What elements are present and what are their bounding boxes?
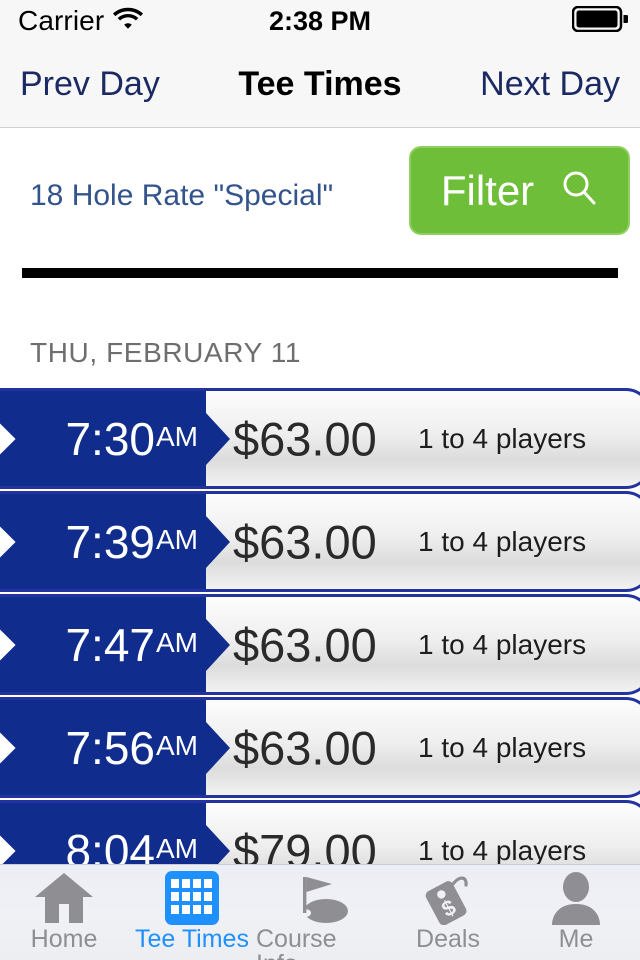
- tab-course-info[interactable]: Course Info: [256, 865, 384, 960]
- tee-time-price: $63.00: [233, 515, 377, 568]
- home-icon: [33, 871, 95, 925]
- tab-bar: Home Tee TimesCourse Info $Deals Me: [0, 864, 640, 960]
- price-tag-icon: $: [420, 871, 476, 925]
- golf-flag-icon: [290, 871, 350, 925]
- tee-time-meridiem: AM: [156, 730, 198, 761]
- app-screen: Carrier 2:38 PM Prev Day Tee Times Next …: [0, 0, 640, 960]
- tee-time-hour-minute: 8:04: [65, 824, 155, 865]
- filter-bar: 18 Hole Rate "Special" Filter: [0, 129, 640, 258]
- filter-button-label: Filter: [440, 166, 535, 214]
- tee-time-price: $63.00: [233, 618, 377, 671]
- tab-label: Home: [30, 925, 98, 953]
- tee-time-time: 7:30 AM: [0, 391, 206, 486]
- person-icon: [550, 871, 602, 925]
- tab-tee-times[interactable]: Tee Times: [128, 865, 256, 960]
- tee-time-time: 8:04 AM: [0, 803, 206, 865]
- tee-time-meridiem: AM: [156, 833, 198, 864]
- tab-deals[interactable]: $ Deals: [384, 865, 512, 960]
- tee-time-meridiem: AM: [156, 421, 198, 452]
- tee-time-meridiem: AM: [156, 524, 198, 555]
- status-bar: Carrier 2:38 PM: [0, 0, 640, 42]
- page-title: Tee Times: [238, 65, 402, 103]
- status-bar-right: [571, 5, 630, 37]
- tee-time-arrow-icon: [206, 721, 230, 774]
- section-divider: [22, 268, 618, 278]
- status-bar-time: 2:38 PM: [268, 5, 372, 36]
- tee-time-row[interactable]: 7:39 AM $63.00 1 to 4 players: [0, 491, 640, 592]
- prev-day-button[interactable]: Prev Day: [20, 65, 160, 104]
- tee-time-time: 7:47 AM: [0, 597, 206, 692]
- battery-full-icon: [571, 5, 630, 37]
- navigation-bar: Prev Day Tee Times Next Day: [0, 42, 640, 128]
- tee-time-players: 1 to 4 players: [418, 834, 587, 865]
- tee-time-meridiem: AM: [156, 627, 198, 658]
- tab-me[interactable]: Me: [512, 865, 640, 960]
- tee-time-players: 1 to 4 players: [418, 731, 587, 763]
- tab-label: Deals: [416, 925, 480, 953]
- tee-time-row[interactable]: 7:30 AM $63.00 1 to 4 players: [0, 388, 640, 489]
- tee-time-price: $79.00: [233, 824, 377, 864]
- filter-button[interactable]: Filter: [409, 146, 630, 235]
- tee-time-arrow-icon: [206, 824, 230, 864]
- tee-time-rows: 7:30 AM $63.00 1 to 4 players 7:39 AM $63.00 1 …: [0, 388, 640, 864]
- section-divider-wrap: [0, 258, 640, 318]
- tab-label: Me: [558, 925, 594, 953]
- next-day-button[interactable]: Next Day: [480, 65, 620, 104]
- tee-time-players: 1 to 4 players: [418, 525, 587, 557]
- tee-time-players: 1 to 4 players: [418, 628, 587, 660]
- tee-time-arrow-icon: [206, 515, 230, 568]
- tee-time-hour-minute: 7:47: [65, 618, 155, 671]
- tee-time-price: $63.00: [233, 721, 377, 774]
- grid-icon: [165, 871, 219, 925]
- tee-time-row[interactable]: 7:47 AM $63.00 1 to 4 players: [0, 594, 640, 695]
- search-icon: [560, 168, 598, 213]
- tee-time-time: 7:56 AM: [0, 700, 206, 795]
- tee-time-time: 7:39 AM: [0, 494, 206, 589]
- tab-label: Course Info: [256, 925, 337, 960]
- tee-time-arrow-icon: [206, 412, 230, 465]
- tee-time-row[interactable]: 7:56 AM $63.00 1 to 4 players: [0, 697, 640, 798]
- tee-time-hour-minute: 7:39: [65, 515, 155, 568]
- tee-time-row[interactable]: 8:04 AM $79.00 1 to 4 players: [0, 800, 640, 864]
- tab-label: Tee Times: [135, 925, 249, 953]
- tee-time-list: THU, FEBRUARY 11 7:30 AM $63.00 1 to 4 play…: [0, 318, 640, 864]
- tee-time-arrow-icon: [206, 618, 230, 671]
- date-header: THU, FEBRUARY 11: [30, 337, 302, 368]
- tab-home[interactable]: Home: [0, 865, 128, 960]
- tee-time-hour-minute: 7:56: [65, 721, 155, 774]
- rate-label: 18 Hole Rate "Special": [30, 179, 334, 212]
- tee-time-hour-minute: 7:30: [65, 412, 155, 465]
- tee-time-players: 1 to 4 players: [418, 422, 587, 454]
- tee-time-price: $63.00: [233, 412, 377, 465]
